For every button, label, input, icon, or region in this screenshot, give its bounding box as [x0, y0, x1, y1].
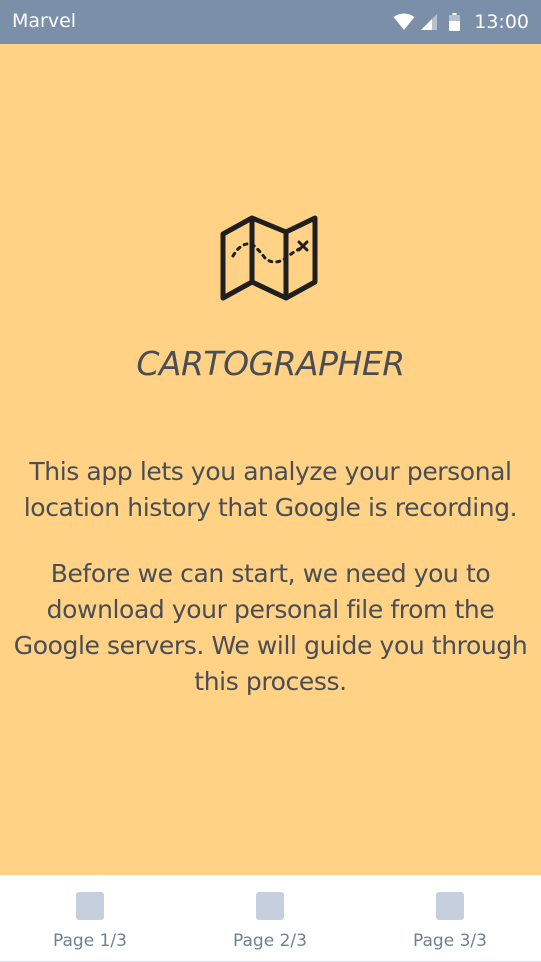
tab-page-3[interactable]: Page 3/3	[360, 875, 540, 962]
tab-label: Page 1/3	[53, 931, 127, 951]
page-icon	[76, 892, 104, 920]
page-tab-bar: Page 1/3 Page 2/3 Page 3/3	[0, 875, 541, 962]
signal-icon	[421, 14, 438, 30]
carrier-label: Marvel	[12, 10, 77, 32]
instructions-paragraph: Before we can start, we need you to down…	[13, 559, 528, 696]
wifi-icon	[393, 13, 415, 31]
status-bar: Marvel 13:00	[0, 0, 541, 44]
status-indicators: 13:00	[393, 0, 529, 44]
folded-map-icon	[219, 214, 321, 302]
tab-label: Page 2/3	[233, 931, 307, 951]
page-icon	[436, 892, 464, 920]
tab-page-1[interactable]: Page 1/3	[0, 875, 180, 962]
app-title: CARTOGRAPHER	[136, 344, 405, 383]
intro-paragraph: This app lets you analyze your personal …	[23, 457, 518, 522]
tab-page-2[interactable]: Page 2/3	[180, 875, 360, 962]
page-icon	[256, 892, 284, 920]
onboarding-page: CARTOGRAPHER This app lets you analyze y…	[0, 44, 541, 875]
battery-icon	[449, 13, 461, 31]
tab-label: Page 3/3	[413, 931, 487, 951]
clock: 13:00	[474, 11, 529, 33]
